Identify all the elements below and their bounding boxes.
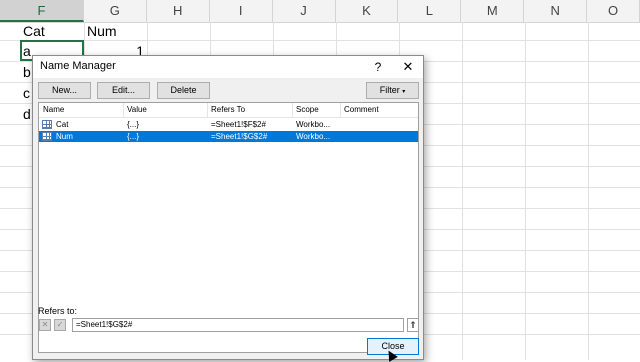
confirm-edit-icon[interactable]: ✓ [54, 319, 66, 331]
gridline [462, 22, 463, 360]
column-header-k[interactable]: K [336, 0, 399, 22]
gridline [588, 22, 589, 360]
dialog-titlebar[interactable]: Name Manager ? ✕ [33, 56, 423, 78]
col-comment[interactable]: Comment [344, 105, 379, 114]
name-range-icon [42, 120, 52, 129]
column-header-g[interactable]: G [84, 0, 147, 22]
item-name: Cat [56, 120, 69, 129]
refers-to-label: Refers to: [38, 306, 78, 316]
cell-g1[interactable]: Num [84, 21, 120, 41]
filter-label: Filter [379, 85, 400, 95]
close-icon[interactable]: ✕ [399, 58, 417, 76]
cell-f1[interactable]: Cat [20, 21, 48, 41]
col-refers-to[interactable]: Refers To [211, 105, 245, 114]
header-divider [292, 103, 293, 117]
item-scope: Workbo... [296, 132, 331, 141]
column-header-o[interactable]: O [587, 0, 640, 22]
col-scope[interactable]: Scope [296, 105, 319, 114]
item-scope: Workbo... [296, 120, 331, 129]
column-header-m[interactable]: M [461, 0, 525, 22]
refers-to-input[interactable]: =Sheet1!$G$2# [72, 318, 404, 332]
list-item-selected[interactable]: Num {...} =Sheet1!$G$2# Workbo... [39, 131, 418, 142]
column-header-n[interactable]: N [524, 0, 588, 22]
column-headers: F G H I J K L M N O [0, 0, 640, 23]
edit-button[interactable]: Edit... [97, 82, 150, 99]
refers-to-row: ✕ ✓ =Sheet1!$G$2# ⇑ [38, 318, 419, 332]
col-value[interactable]: Value [127, 105, 147, 114]
item-name: Num [56, 132, 73, 141]
new-button[interactable]: New... [38, 82, 91, 99]
dropdown-arrow-icon: ▾ [402, 89, 406, 95]
filter-button[interactable]: Filter ▾ [366, 82, 419, 99]
column-header-l[interactable]: L [398, 0, 462, 22]
header-divider [207, 103, 208, 117]
name-manager-dialog: Name Manager ? ✕ New... Edit... Delete F… [32, 55, 424, 360]
column-header-i[interactable]: I [210, 0, 273, 22]
name-range-icon [42, 132, 52, 141]
list-item[interactable]: Cat {...} =Sheet1!$F$2# Workbo... [39, 119, 418, 130]
names-list[interactable]: Name Value Refers To Scope Comment Cat {… [38, 102, 419, 353]
item-refers-to: =Sheet1!$G$2# [211, 132, 268, 141]
column-header-f[interactable]: F [0, 0, 84, 22]
dialog-title: Name Manager [40, 60, 116, 72]
column-header-j[interactable]: J [273, 0, 336, 22]
col-name[interactable]: Name [43, 105, 64, 114]
cancel-edit-icon[interactable]: ✕ [39, 319, 51, 331]
item-value: {...} [127, 120, 140, 129]
help-button[interactable]: ? [370, 58, 386, 76]
column-header-h[interactable]: H [147, 0, 210, 22]
gridline [525, 22, 526, 360]
header-divider [340, 103, 341, 117]
item-value: {...} [127, 132, 140, 141]
item-refers-to: =Sheet1!$F$2# [211, 120, 266, 129]
delete-button[interactable]: Delete [157, 82, 210, 99]
collapse-dialog-icon[interactable]: ⇑ [407, 318, 419, 332]
header-divider [123, 103, 124, 117]
list-header: Name Value Refers To Scope Comment [39, 103, 418, 118]
